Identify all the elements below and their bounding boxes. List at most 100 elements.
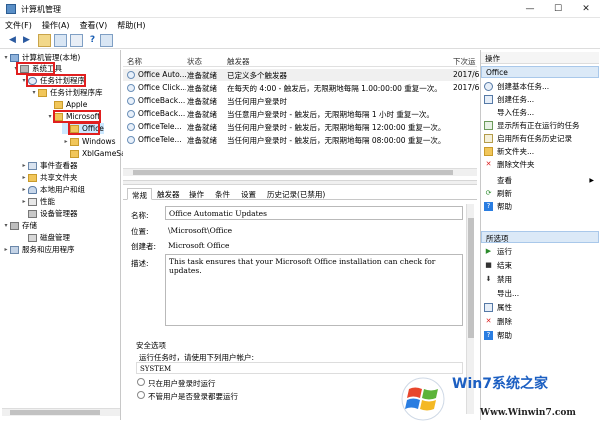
- back-arrow-icon[interactable]: ◀: [6, 34, 19, 47]
- tree-services-apps[interactable]: ▸ 服务和应用程序: [2, 244, 74, 255]
- tree-task-library[interactable]: ▾ 任务计划程序库: [30, 87, 102, 98]
- maximize-button[interactable]: ☐: [544, 0, 572, 18]
- task-row[interactable]: Office Click... 准备就绪 在每天的 4:00 - 触发后，无限期…: [123, 82, 479, 94]
- services-icon: [10, 245, 19, 254]
- tab-settings[interactable]: 设置: [237, 188, 260, 200]
- highlight-task-scheduler: [26, 74, 86, 87]
- tab-conditions[interactable]: 条件: [211, 188, 234, 200]
- name-field[interactable]: Office Automatic Updates: [165, 206, 463, 220]
- toolbar: ◀ ▶ ?: [0, 32, 600, 49]
- radio-run-logged-on[interactable]: [137, 378, 145, 386]
- list-hscrollbar[interactable]: [123, 168, 477, 176]
- menu-file[interactable]: 文件(F): [0, 18, 37, 31]
- action-export[interactable]: 导出...: [484, 288, 598, 299]
- help-icon[interactable]: ?: [86, 34, 99, 47]
- close-button[interactable]: ✕: [572, 0, 600, 18]
- action-delete-folder[interactable]: ✕ 删除文件夹: [484, 159, 598, 170]
- action-run[interactable]: ▶ 运行: [484, 246, 598, 257]
- action-show-running[interactable]: 显示所有正在运行的任务: [484, 120, 598, 131]
- running-tasks-icon: [484, 121, 493, 130]
- expand-icon[interactable]: ▸: [62, 138, 70, 145]
- tab-triggers[interactable]: 触发器: [153, 188, 184, 200]
- scroll-thumb[interactable]: [133, 170, 453, 175]
- action-properties[interactable]: 属性: [484, 302, 598, 313]
- action-view[interactable]: 查看 ▶: [484, 175, 598, 186]
- tree-apple[interactable]: Apple: [46, 99, 87, 110]
- tree-xbl[interactable]: XblGameSa: [62, 148, 126, 159]
- highlight-office: [68, 122, 100, 135]
- task-row[interactable]: OfficeBack... 准备就绪 当任何用户登录时: [123, 95, 477, 107]
- task-row[interactable]: Office Auto... 准备就绪 已定义多个触发器 2017/6: [123, 69, 479, 81]
- location-value: \Microsoft\Office: [168, 226, 233, 235]
- properties-icon[interactable]: [70, 34, 83, 47]
- pane-splitter[interactable]: [123, 180, 477, 185]
- scroll-thumb[interactable]: [10, 410, 100, 415]
- tab-history[interactable]: 历史记录(已禁用): [263, 188, 329, 200]
- import-icon: [484, 108, 493, 117]
- tree-storage[interactable]: ▾ 存储: [2, 220, 37, 231]
- col-name[interactable]: 名称: [127, 56, 142, 67]
- tree-local-users[interactable]: ▸ 本地用户和组: [20, 184, 85, 195]
- menu-help[interactable]: 帮助(H): [112, 18, 150, 31]
- expand-icon[interactable]: ▸: [2, 246, 10, 253]
- action-help[interactable]: ? 帮助: [484, 201, 598, 212]
- tree-performance[interactable]: ▸ 性能: [20, 196, 55, 207]
- action-new-folder[interactable]: 新文件夹...: [484, 146, 598, 157]
- delete-icon: ✕: [485, 317, 492, 325]
- author-label: 创建者:: [131, 242, 157, 251]
- col-status[interactable]: 状态: [187, 56, 202, 67]
- forward-arrow-icon[interactable]: ▶: [20, 34, 33, 47]
- show-action-pane-icon[interactable]: [100, 34, 113, 47]
- action-help-selected[interactable]: ? 帮助: [484, 330, 598, 341]
- expand-icon[interactable]: ▸: [20, 186, 28, 193]
- task-row[interactable]: OfficeTele... 准备就绪 当任何用户登录时 - 触发后，无限期地每隔…: [123, 134, 477, 146]
- radio-run-regardless[interactable]: [137, 391, 145, 399]
- action-disable[interactable]: ⬇ 禁用: [484, 274, 598, 285]
- collapse-icon[interactable]: ▾: [30, 89, 38, 96]
- performance-icon: [28, 197, 37, 206]
- task-icon: [127, 110, 135, 118]
- scroll-thumb[interactable]: [468, 218, 474, 338]
- action-enable-history[interactable]: 启用所有任务历史记录: [484, 133, 598, 144]
- computer-management-icon: [6, 4, 16, 14]
- menu-view[interactable]: 查看(V): [75, 18, 113, 31]
- users-icon: [28, 185, 37, 194]
- detail-tabs: 常规 触发器 操作 条件 设置 历史记录(已禁用): [123, 188, 477, 200]
- actions-office-header[interactable]: Office: [481, 66, 599, 78]
- tree-hscrollbar[interactable]: [2, 408, 120, 416]
- expand-icon[interactable]: ▸: [20, 174, 28, 181]
- tree-windows[interactable]: ▸ Windows: [62, 136, 115, 147]
- show-hide-tree-icon[interactable]: [54, 34, 67, 47]
- tab-general[interactable]: 常规: [127, 188, 152, 200]
- minimize-button[interactable]: —: [516, 0, 544, 18]
- task-row[interactable]: OfficeTele... 准备就绪 当任何用户登录时 - 触发后，无限期地每隔…: [123, 121, 477, 133]
- tab-actions[interactable]: 操作: [185, 188, 208, 200]
- delete-icon: ✕: [485, 160, 492, 168]
- collapse-icon[interactable]: ▾: [2, 54, 10, 61]
- expand-icon[interactable]: ▸: [20, 198, 28, 205]
- action-end[interactable]: ■ 结束: [484, 260, 598, 271]
- expand-icon[interactable]: ▸: [20, 162, 28, 169]
- action-import-task[interactable]: 导入任务...: [484, 107, 598, 118]
- col-next-run[interactable]: 下次运: [453, 56, 476, 67]
- action-delete[interactable]: ✕ 删除: [484, 316, 598, 327]
- col-trigger[interactable]: 触发器: [227, 56, 250, 67]
- description-field[interactable]: This task ensures that your Microsoft Of…: [165, 254, 463, 326]
- tree-disk-management[interactable]: 磁盘管理: [20, 232, 70, 243]
- action-create-task[interactable]: 创建任务...: [484, 94, 598, 105]
- collapse-icon[interactable]: ▾: [2, 222, 10, 229]
- tree-device-manager[interactable]: 设备管理器: [20, 208, 78, 219]
- tree-event-viewer[interactable]: ▸ 事件查看器: [20, 160, 77, 171]
- menu-action[interactable]: 操作(A): [37, 18, 75, 31]
- tree-shared-folders[interactable]: ▸ 共享文件夹: [20, 172, 77, 183]
- stop-icon: ■: [485, 261, 492, 269]
- action-create-basic-task[interactable]: 创建基本任务...: [484, 81, 598, 92]
- device-manager-icon: [28, 209, 37, 218]
- action-refresh[interactable]: ⟳ 刷新: [484, 188, 598, 199]
- up-folder-icon[interactable]: [38, 34, 51, 47]
- folder-icon: [38, 88, 47, 97]
- selected-item-header[interactable]: 所选项: [481, 231, 599, 243]
- watermark-brand: Win7系统之家: [452, 376, 548, 392]
- view-icon: [484, 176, 493, 185]
- task-row[interactable]: OfficeBack... 准备就绪 当任意用户登录时 - 触发后，无限期地每隔…: [123, 108, 477, 120]
